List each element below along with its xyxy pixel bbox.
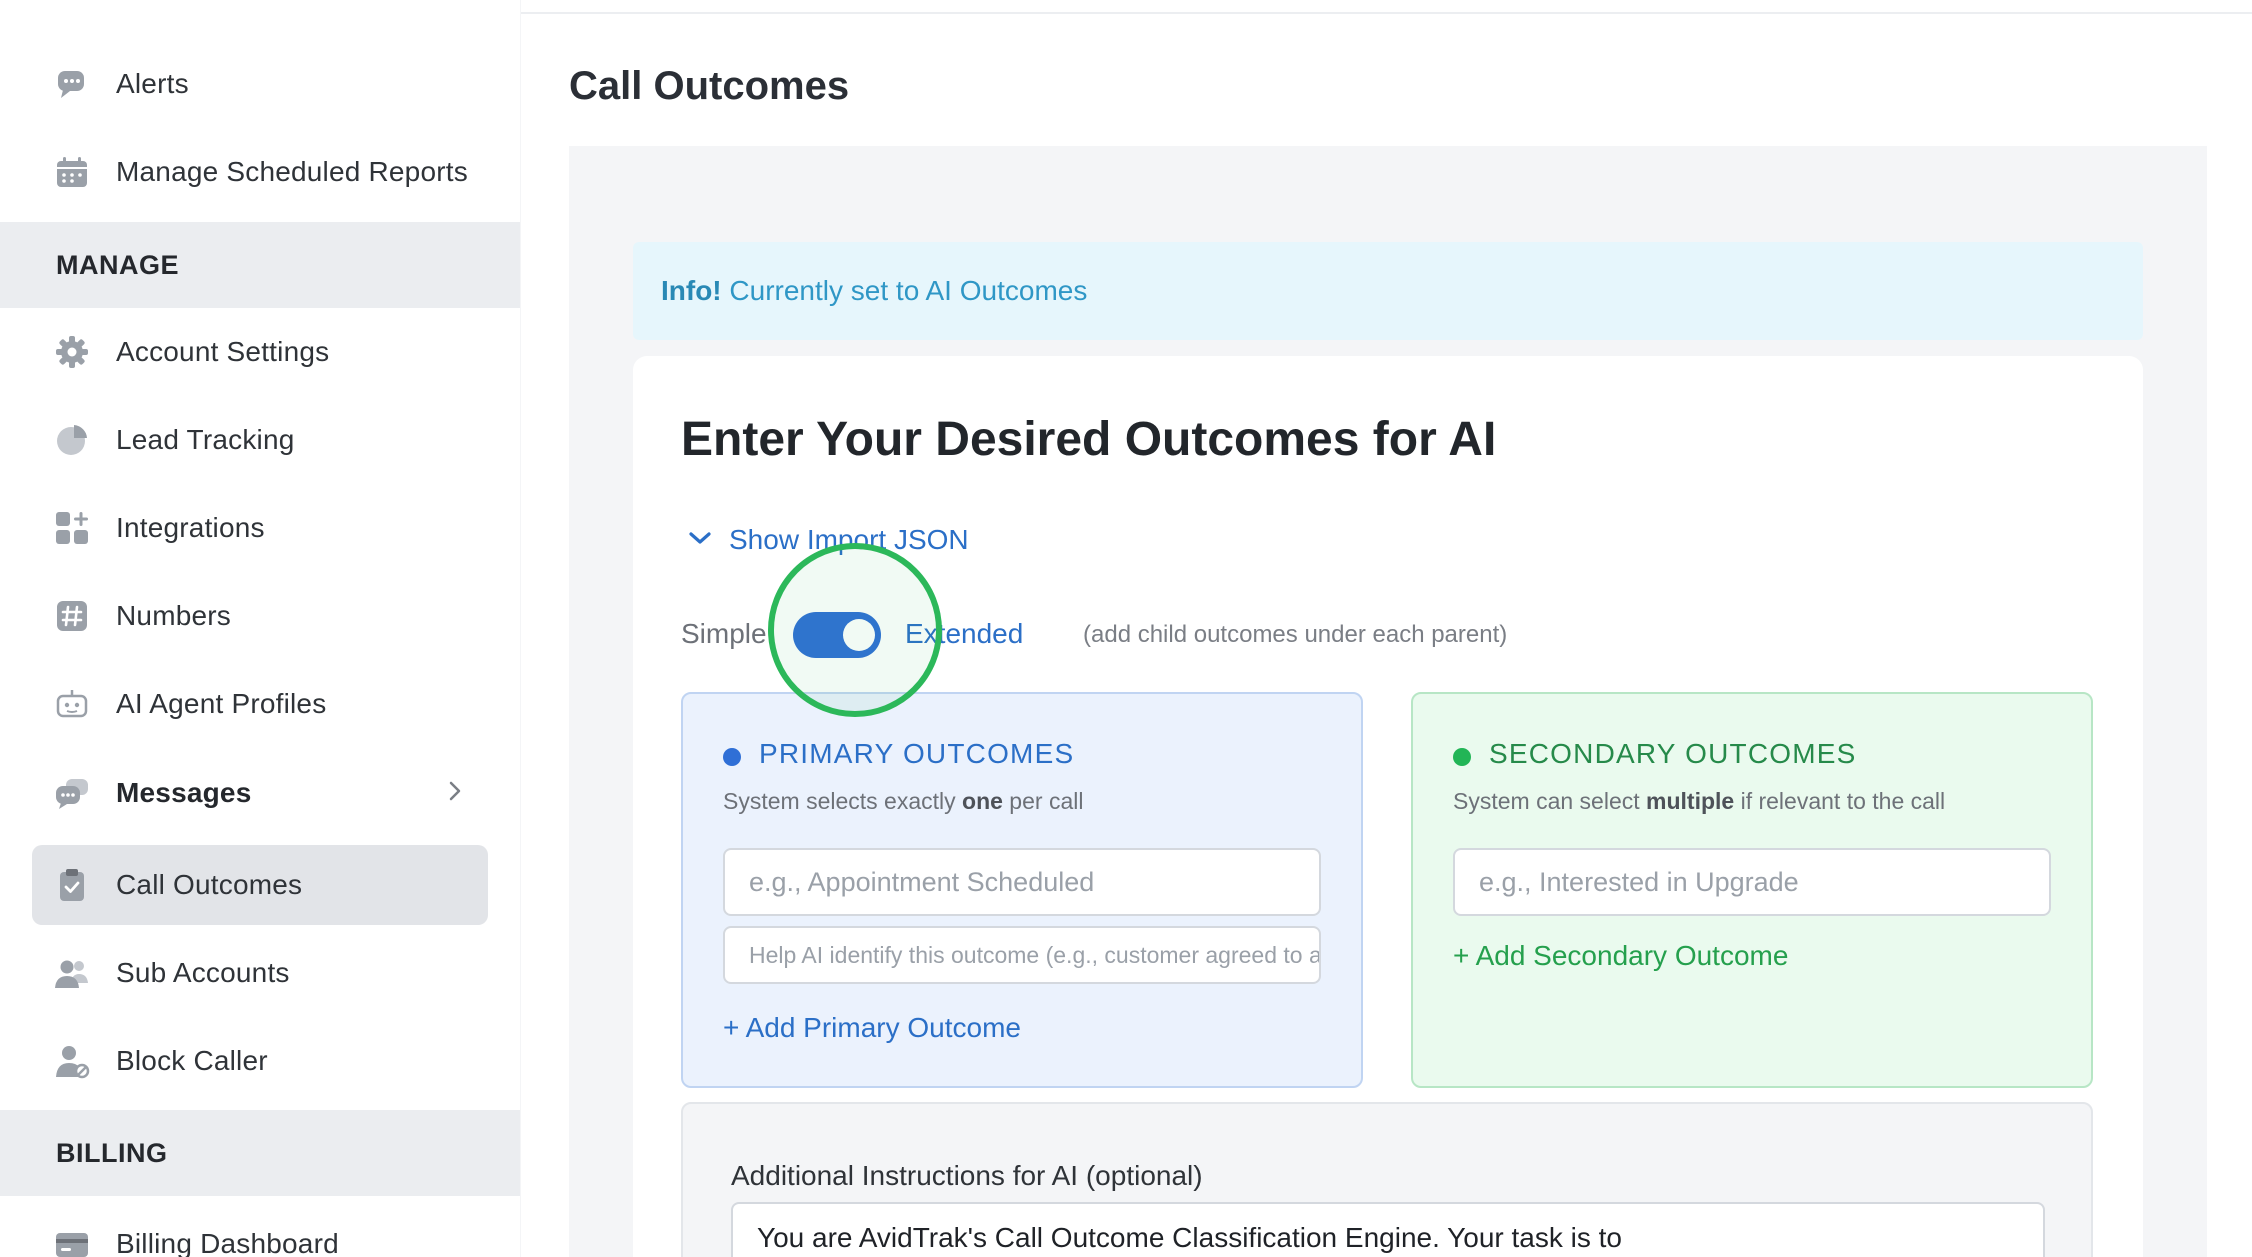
grid-plus-icon	[54, 510, 90, 546]
outcomes-card: Enter Your Desired Outcomes for AI Show …	[633, 356, 2143, 1257]
chevron-down-icon	[687, 529, 713, 552]
primary-outcome-hint-input[interactable]: Help AI identify this outcome (e.g., cus…	[723, 926, 1321, 984]
desc-text: System selects exactly	[723, 788, 963, 814]
secondary-outcome-name-input[interactable]: e.g., Interested in Upgrade	[1453, 848, 2051, 916]
desc-text: if relevant to the call	[1734, 788, 1946, 814]
sidebar-item-manage-scheduled-reports[interactable]: Manage Scheduled Reports	[32, 132, 488, 212]
gear-icon	[54, 334, 90, 370]
desc-emphasis: one	[962, 788, 1003, 814]
user-block-icon	[54, 1043, 90, 1079]
info-alert: Info! Currently set to AI Outcomes	[633, 242, 2143, 340]
primary-outcomes-header: PRIMARY OUTCOMES	[759, 738, 1075, 769]
secondary-outcomes-header: SECONDARY OUTCOMES	[1489, 738, 1857, 769]
sidebar-item-numbers[interactable]: Numbers	[32, 576, 488, 656]
add-secondary-outcome-button[interactable]: + Add Secondary Outcome	[1453, 940, 1788, 972]
info-alert-prefix: Info!	[661, 275, 722, 306]
sidebar-item-sub-accounts[interactable]: Sub Accounts	[32, 933, 488, 1013]
desc-text: per call	[1002, 788, 1084, 814]
info-alert-text: Info! Currently set to AI Outcomes	[661, 275, 1087, 307]
sidebar-item-label: Block Caller	[116, 1045, 268, 1076]
sidebar-item-alerts[interactable]: Alerts	[32, 44, 488, 124]
sidebar-item-label: Call Outcomes	[116, 869, 303, 900]
sidebar-item-label: AI Agent Profiles	[116, 688, 327, 719]
mode-hint: (add child outcomes under each parent)	[1083, 621, 1508, 648]
sidebar-item-label: Integrations	[116, 512, 265, 543]
secondary-dot-icon	[1453, 748, 1471, 766]
chevron-right-icon	[446, 779, 464, 808]
sidebar-item-label: Manage Scheduled Reports	[116, 156, 468, 187]
primary-dot-icon	[723, 748, 741, 766]
mode-simple-label[interactable]: Simple	[681, 618, 767, 650]
sidebar-item-messages[interactable]: Messages	[32, 753, 488, 833]
credit-card-icon	[54, 1226, 90, 1257]
sidebar-item-block-caller[interactable]: Block Caller	[32, 1021, 488, 1101]
hash-icon	[54, 598, 90, 634]
primary-outcome-name-input[interactable]: e.g., Appointment Scheduled	[723, 848, 1321, 916]
sidebar-item-account-settings[interactable]: Account Settings	[32, 312, 488, 392]
sidebar: Alerts Manage Scheduled Reports MANAGE A…	[0, 0, 520, 1257]
sidebar-item-label: Account Settings	[116, 336, 330, 367]
users-icon	[54, 955, 90, 991]
add-primary-outcome-button[interactable]: + Add Primary Outcome	[723, 1012, 1021, 1044]
sidebar-item-label: Sub Accounts	[116, 957, 290, 988]
primary-outcomes-panel: PRIMARY OUTCOMES System selects exactly …	[681, 692, 1363, 1088]
card-title: Enter Your Desired Outcomes for AI	[681, 413, 1497, 466]
sidebar-item-label: Messages	[116, 777, 252, 808]
primary-outcomes-description: System selects exactly one per call	[723, 788, 1083, 815]
robot-icon	[54, 686, 90, 722]
desc-emphasis: multiple	[1646, 788, 1735, 814]
sidebar-item-ai-agent-profiles[interactable]: AI Agent Profiles	[32, 664, 488, 744]
sidebar-item-label: Lead Tracking	[116, 424, 295, 455]
click-highlight-ring	[768, 543, 942, 717]
page-title: Call Outcomes	[569, 64, 850, 108]
additional-instructions-label: Additional Instructions for AI (optional…	[731, 1160, 1203, 1191]
additional-instructions-textarea[interactable]: You are AvidTrak's Call Outcome Classifi…	[731, 1202, 2045, 1257]
chat-bubble-icon	[54, 66, 90, 102]
sidebar-item-label: Alerts	[116, 68, 189, 99]
top-divider	[521, 12, 2252, 14]
section-header-billing: BILLING	[0, 1110, 520, 1196]
additional-instructions-section: Additional Instructions for AI (optional…	[681, 1102, 2093, 1257]
clipboard-check-icon	[54, 867, 90, 903]
sidebar-item-integrations[interactable]: Integrations	[32, 488, 488, 568]
section-header-manage: MANAGE	[0, 222, 520, 308]
desc-text: System can select	[1453, 788, 1647, 814]
info-alert-message: Currently set to AI Outcomes	[729, 275, 1088, 306]
secondary-outcomes-panel: SECONDARY OUTCOMES System can select mul…	[1411, 692, 2093, 1088]
sidebar-item-call-outcomes[interactable]: Call Outcomes	[32, 845, 488, 925]
section-header-label: BILLING	[56, 1137, 168, 1168]
sidebar-item-label: Billing Dashboard	[116, 1228, 339, 1257]
chat-bubbles-icon	[54, 775, 90, 811]
calendar-icon	[54, 154, 90, 190]
pie-chart-icon	[54, 422, 90, 458]
section-header-label: MANAGE	[56, 249, 179, 280]
sidebar-item-label: Numbers	[116, 600, 231, 631]
sidebar-item-billing-dashboard[interactable]: Billing Dashboard	[32, 1204, 488, 1257]
secondary-outcomes-description: System can select multiple if relevant t…	[1453, 788, 1945, 815]
sidebar-item-lead-tracking[interactable]: Lead Tracking	[32, 400, 488, 480]
